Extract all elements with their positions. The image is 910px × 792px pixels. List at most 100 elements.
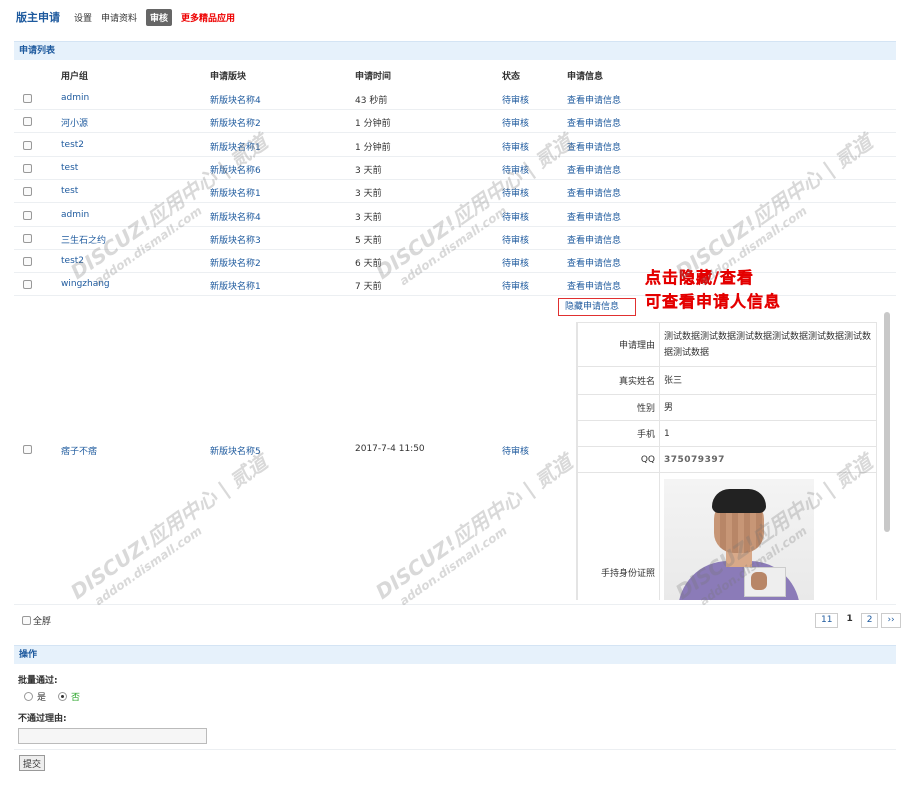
row-checkbox[interactable] — [23, 210, 32, 220]
row-time: 2017-7-4 11:50 — [355, 444, 425, 454]
watermark: DISCUZ!应用中心 | 贰道 addon.dismall.com — [66, 449, 272, 609]
row-user[interactable]: 三生石之约 — [61, 233, 106, 246]
detail-reason-value: 测试数据测试数据测试数据测试数据测试数据测试数据测试数据 — [659, 322, 877, 367]
col-info: 申请信息 — [567, 72, 604, 82]
row-board[interactable]: 新版块名称1 — [210, 140, 261, 153]
row-user[interactable]: test2 — [61, 256, 84, 266]
row-user[interactable]: admin — [61, 93, 89, 103]
row-checkbox[interactable] — [23, 140, 32, 150]
row-board[interactable]: 新版块名称2 — [210, 116, 261, 129]
view-application-info-link[interactable]: 查看申请信息 — [567, 210, 621, 223]
row-checkbox[interactable] — [23, 163, 32, 173]
row-status[interactable]: 待审核 — [502, 163, 529, 176]
row-user[interactable]: 河小源 — [61, 116, 88, 129]
pager-next[interactable]: ›› — [881, 613, 901, 628]
row-status[interactable]: 待审核 — [502, 210, 529, 223]
row-time: 6 天前 — [355, 259, 382, 270]
row-board[interactable]: 新版块名称4 — [210, 93, 261, 106]
divider — [14, 749, 896, 750]
detail-gender-value: 男 — [659, 394, 877, 421]
view-application-info-link[interactable]: 查看申请信息 — [567, 279, 621, 292]
row-board[interactable]: 新版块名称5 — [210, 444, 261, 457]
application-detail-panel: 申请理由 测试数据测试数据测试数据测试数据测试数据测试数据测试数据 真实姓名 张… — [576, 322, 884, 600]
select-all-label: 全脬 — [33, 617, 52, 627]
row-board[interactable]: 新版块名称2 — [210, 256, 261, 269]
detail-phone-label: 手机 — [577, 420, 660, 447]
nav-more-apps[interactable]: 更多精品应用 — [181, 11, 235, 24]
row-checkbox[interactable] — [23, 117, 32, 127]
view-application-info-link[interactable]: 查看申请信息 — [567, 93, 621, 106]
table-row: test 新版块名称6 3 天前 待审核 查看申请信息 — [14, 157, 896, 180]
row-board[interactable]: 新版块名称4 — [210, 210, 261, 223]
row-status[interactable]: 待审核 — [502, 186, 529, 199]
submit-button[interactable]: 提交 — [19, 755, 46, 771]
row-user[interactable]: admin — [61, 210, 89, 220]
table-row: admin 新版块名称4 43 秒前 待审核 查看申请信息 — [14, 87, 896, 110]
view-application-info-link[interactable]: 查看申请信息 — [567, 116, 621, 129]
row-board[interactable]: 新版块名称1 — [210, 279, 261, 292]
row-time: 43 秒前 — [355, 96, 388, 106]
row-board[interactable]: 新版块名称1 — [210, 186, 261, 199]
row-status[interactable]: 待审核 — [502, 233, 529, 246]
reject-reason-label: 不通过理由: — [18, 714, 67, 724]
row-time: 1 分钟前 — [355, 142, 391, 153]
radio-yes[interactable] — [24, 692, 33, 701]
row-status[interactable]: 待审核 — [502, 444, 529, 457]
row-board[interactable]: 新版块名称3 — [210, 233, 261, 246]
col-time: 申请时间 — [355, 72, 392, 82]
select-all-checkbox[interactable] — [22, 616, 31, 625]
row-checkbox[interactable] — [23, 280, 32, 290]
row-checkbox[interactable] — [23, 94, 32, 103]
nav-application-data[interactable]: 申请资料 — [101, 11, 137, 24]
detail-id-photo-label: 手持身份证照 — [577, 472, 660, 600]
col-user-group: 用户组 — [61, 72, 89, 82]
table-row: test2 新版块名称1 1 分钟前 待审核 查看申请信息 — [14, 134, 896, 157]
row-user[interactable]: test — [61, 186, 78, 196]
detail-name-label: 真实姓名 — [577, 366, 660, 395]
row-checkbox[interactable] — [23, 257, 32, 267]
hide-application-info-button[interactable]: 隐藏申请信息 — [558, 298, 636, 316]
detail-qq-value: 375079397 — [659, 446, 877, 473]
detail-phone-value: 1 — [659, 420, 877, 447]
reject-reason-input[interactable] — [18, 728, 207, 744]
select-all[interactable]: 全脬 — [22, 614, 51, 627]
row-board[interactable]: 新版块名称6 — [210, 163, 261, 176]
row-user[interactable]: test — [61, 163, 78, 173]
nav-settings[interactable]: 设置 — [74, 11, 92, 24]
col-board: 申请版块 — [210, 72, 247, 82]
detail-scrollbar[interactable] — [884, 312, 890, 532]
approve-radio-group: 是 否 — [24, 690, 80, 703]
detail-qq-label: QQ — [577, 446, 660, 473]
view-application-info-link[interactable]: 查看申请信息 — [567, 186, 621, 199]
table-row: admin 新版块名称4 3 天前 待审核 查看申请信息 — [14, 204, 896, 227]
radio-no[interactable] — [58, 692, 68, 701]
view-application-info-link[interactable]: 查看申请信息 — [567, 163, 621, 176]
view-application-info-link[interactable]: 查看申请信息 — [567, 140, 621, 153]
row-checkbox[interactable] — [23, 233, 32, 243]
app-title: 版主申请 — [16, 11, 60, 24]
row-status[interactable]: 待审核 — [502, 116, 529, 129]
row-checkbox[interactable] — [23, 187, 32, 197]
pager-page-1[interactable]: 1 — [841, 613, 857, 628]
top-nav: 版主申请 设置 申请资料 审核 更多精品应用 — [16, 8, 244, 26]
pager-page-2[interactable]: 2 — [860, 613, 879, 628]
row-status[interactable]: 待审核 — [502, 279, 529, 292]
row-user[interactable]: 痞子不痞 — [61, 444, 97, 457]
section-title-list: 申请列表 — [14, 41, 896, 60]
row-user[interactable]: test2 — [61, 140, 84, 150]
row-status[interactable]: 待审核 — [502, 140, 529, 153]
view-application-info-link[interactable]: 查看申请信息 — [567, 233, 621, 246]
row-status[interactable]: 待审核 — [502, 256, 529, 269]
row-time: 3 天前 — [355, 212, 382, 223]
section-title-operation: 操作 — [14, 645, 896, 664]
row-user[interactable]: wingzhang — [61, 279, 110, 289]
divider — [14, 604, 896, 605]
view-application-info-link[interactable]: 查看申请信息 — [567, 256, 621, 269]
id-photo-image[interactable] — [664, 479, 814, 600]
row-checkbox[interactable] — [23, 445, 32, 454]
watermark: DISCUZ!应用中心 | 贰道 addon.dismall.com — [371, 449, 577, 609]
nav-review[interactable]: 审核 — [146, 8, 173, 26]
radio-yes-label: 是 — [37, 693, 47, 703]
row-time: 5 天前 — [355, 235, 382, 246]
row-status[interactable]: 待审核 — [502, 93, 529, 106]
